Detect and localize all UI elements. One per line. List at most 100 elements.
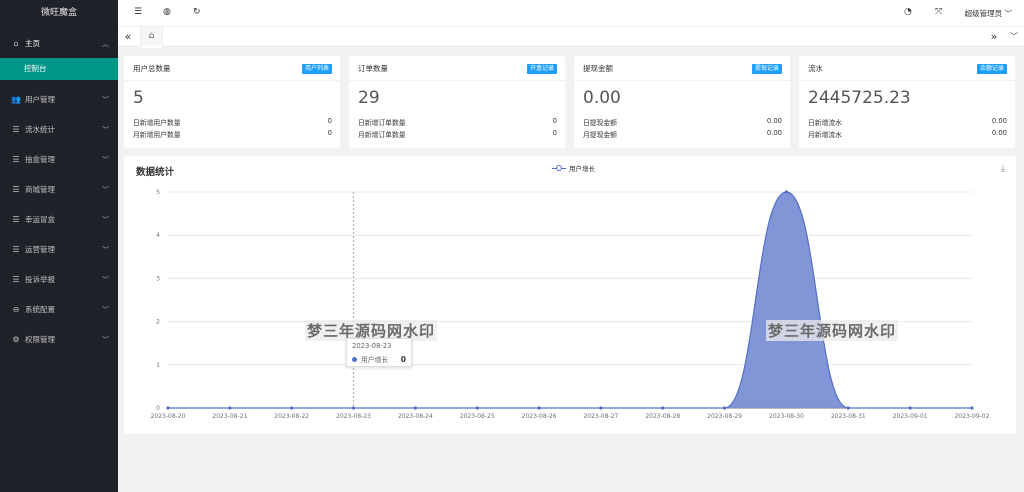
statistics-icon: ☰ xyxy=(12,124,20,134)
card-row: 月提现金额 0.00 xyxy=(583,129,782,139)
row-value: 0.00 xyxy=(991,129,1007,137)
card-badge-link[interactable]: 余额记录 xyxy=(976,64,1007,74)
sidebar-item-label: 系统配置 xyxy=(25,304,55,314)
series-dot-icon xyxy=(352,356,357,362)
tooltip-date: 2023-08-23 xyxy=(352,342,392,350)
menu-collapse-icon[interactable]: ☰ xyxy=(134,7,142,17)
sidebar-item-box-management[interactable]: ☰ 抽盒管理 ﹀ xyxy=(0,144,118,174)
complaint-icon: ☰ xyxy=(12,274,20,284)
series-line xyxy=(168,191,972,409)
operation-icon: ☰ xyxy=(12,244,20,254)
x-tick-label: 2023-08-27 xyxy=(583,413,618,420)
top-header: ☰ ◍ ↻ ◔ ⤧ 超级管理员 ﹀ xyxy=(118,0,1024,27)
card-title: 流水 xyxy=(808,64,823,73)
sidebar-item-user-management[interactable]: 👥 用户管理 ﹀ xyxy=(0,84,118,114)
tab-bar: « ⌂ » ﹀ xyxy=(118,27,1024,48)
x-tick-label: 2023-08-25 xyxy=(460,413,495,420)
x-tick-label: 2023-08-23 xyxy=(336,413,371,420)
chevron-down-icon: ﹀ xyxy=(102,276,109,284)
sidebar-item-label: 投诉举报 xyxy=(25,274,55,284)
card-row: 月新增订单数量 0 xyxy=(358,129,557,139)
x-tick-label: 2023-08-22 xyxy=(274,413,309,420)
box-icon: ☰ xyxy=(12,154,20,164)
data-point xyxy=(290,406,294,410)
chevron-down-icon: ﹀ xyxy=(102,306,109,314)
home-icon: ⌂ xyxy=(148,31,155,41)
tooltip-value: 0 xyxy=(400,354,406,364)
divider xyxy=(349,80,565,81)
y-tick-label: 3 xyxy=(156,275,160,282)
sidebar-item-shop-management[interactable]: ☰ 商城管理 ﹀ xyxy=(0,174,118,204)
sidebar-item-label: 用户管理 xyxy=(25,94,55,104)
card-badge-link[interactable]: 开盒记录 xyxy=(526,64,557,74)
sidebar-item-lucky-box[interactable]: ☰ 幸运冒盒 ﹀ xyxy=(0,204,118,234)
x-tick-label: 2023-08-30 xyxy=(769,413,804,420)
tab-scroll-left-icon[interactable]: « xyxy=(118,27,138,46)
shop-icon: ☰ xyxy=(12,184,20,194)
theme-icon[interactable]: ◔ xyxy=(904,7,912,17)
sidebar-item-label: 幸运冒盒 xyxy=(25,214,55,224)
home-icon: ⌂ xyxy=(13,38,19,48)
y-tick-label: 5 xyxy=(156,189,160,196)
data-point xyxy=(475,406,479,410)
card-title: 提现金额 xyxy=(583,64,613,73)
card-title: 用户总数量 xyxy=(133,64,171,73)
sidebar-item-home[interactable]: ⌂ 主页 ︿ xyxy=(0,28,118,58)
card-row: 日提现金额 0.00 xyxy=(583,117,782,127)
data-point xyxy=(661,406,665,410)
data-point xyxy=(537,406,541,410)
x-tick-label: 2023-08-24 xyxy=(398,413,433,420)
stat-card-users: 用户总数量 用户列表 5 日新增用户数量 0 月新增用户数量 0 xyxy=(124,56,340,148)
card-row: 月新增流水 0.00 xyxy=(808,129,1007,139)
data-point xyxy=(723,406,727,410)
row-value: 0 xyxy=(552,129,557,137)
x-tick-label: 2023-09-01 xyxy=(893,413,928,420)
card-badge-link[interactable]: 用户列表 xyxy=(301,64,332,74)
fullscreen-icon[interactable]: ⤧ xyxy=(935,7,942,17)
permission-icon: ⚙ xyxy=(12,334,20,344)
row-label: 日新增流水 xyxy=(808,119,842,127)
card-value: 2445725.23 xyxy=(808,88,911,108)
chart-svg[interactable]: 0 1 2 3 4 5 2023-08-20 2023-08-21 2023-08-22 2023… xyxy=(124,156,1016,434)
x-tick-label: 2023-08-20 xyxy=(151,413,186,420)
divider xyxy=(124,80,340,81)
sidebar-item-statistics[interactable]: ☰ 流水统计 ﹀ xyxy=(0,114,118,144)
chart-panel: 数据统计 用户增长 ⤓ 0 1 2 3 4 5 2023-08-20 2023-08-21 20… xyxy=(124,156,1016,434)
sidebar-item-permissions[interactable]: ⚙ 权限管理 ﹀ xyxy=(0,324,118,354)
chevron-down-icon: ﹀ xyxy=(102,246,109,254)
y-tick-label: 0 xyxy=(156,405,160,412)
row-value: 0 xyxy=(552,117,557,125)
x-tick-label: 2023-08-21 xyxy=(212,413,247,420)
data-point xyxy=(970,406,974,410)
card-value: 29 xyxy=(358,88,380,108)
row-label: 月新增订单数量 xyxy=(358,131,406,139)
globe-icon[interactable]: ◍ xyxy=(163,7,171,17)
data-point xyxy=(166,406,170,410)
users-icon: 👥 xyxy=(11,94,21,104)
sidebar-item-console[interactable]: 控制台 xyxy=(0,58,118,80)
row-value: 0.00 xyxy=(991,117,1007,125)
chevron-down-icon: ﹀ xyxy=(102,186,109,194)
x-tick-label: 2023-08-26 xyxy=(522,413,557,420)
tab-scroll-right-icon[interactable]: » xyxy=(984,27,1004,46)
card-row: 日新增流水 0.00 xyxy=(808,117,1007,127)
sidebar-item-operation[interactable]: ☰ 运营管理 ﹀ xyxy=(0,234,118,264)
card-row: 日新增用户数量 0 xyxy=(133,117,332,127)
divider xyxy=(799,80,1015,81)
row-label: 月提现金额 xyxy=(583,131,617,139)
tab-home[interactable]: ⌂ xyxy=(140,27,163,48)
refresh-icon[interactable]: ↻ xyxy=(193,7,201,17)
y-tick-label: 2 xyxy=(156,319,160,326)
admin-menu[interactable]: 超级管理员 ﹀ xyxy=(965,8,1012,19)
card-badge-link[interactable]: 提现记录 xyxy=(751,64,782,74)
divider xyxy=(574,80,790,81)
lucky-box-icon: ☰ xyxy=(12,214,20,224)
sidebar-item-label: 流水统计 xyxy=(25,124,55,134)
sidebar-item-system-config[interactable]: ⊖ 系统配置 ﹀ xyxy=(0,294,118,324)
tooltip-series: 用户增长 xyxy=(361,356,389,364)
tab-options-icon[interactable]: ﹀ xyxy=(1004,27,1024,46)
stat-card-orders: 订单数量 开盒记录 29 日新增订单数量 0 月新增订单数量 0 xyxy=(349,56,565,148)
sidebar-item-label: 运营管理 xyxy=(25,244,55,254)
x-tick-label: 2023-08-28 xyxy=(645,413,680,420)
sidebar-item-complaints[interactable]: ☰ 投诉举报 ﹀ xyxy=(0,264,118,294)
